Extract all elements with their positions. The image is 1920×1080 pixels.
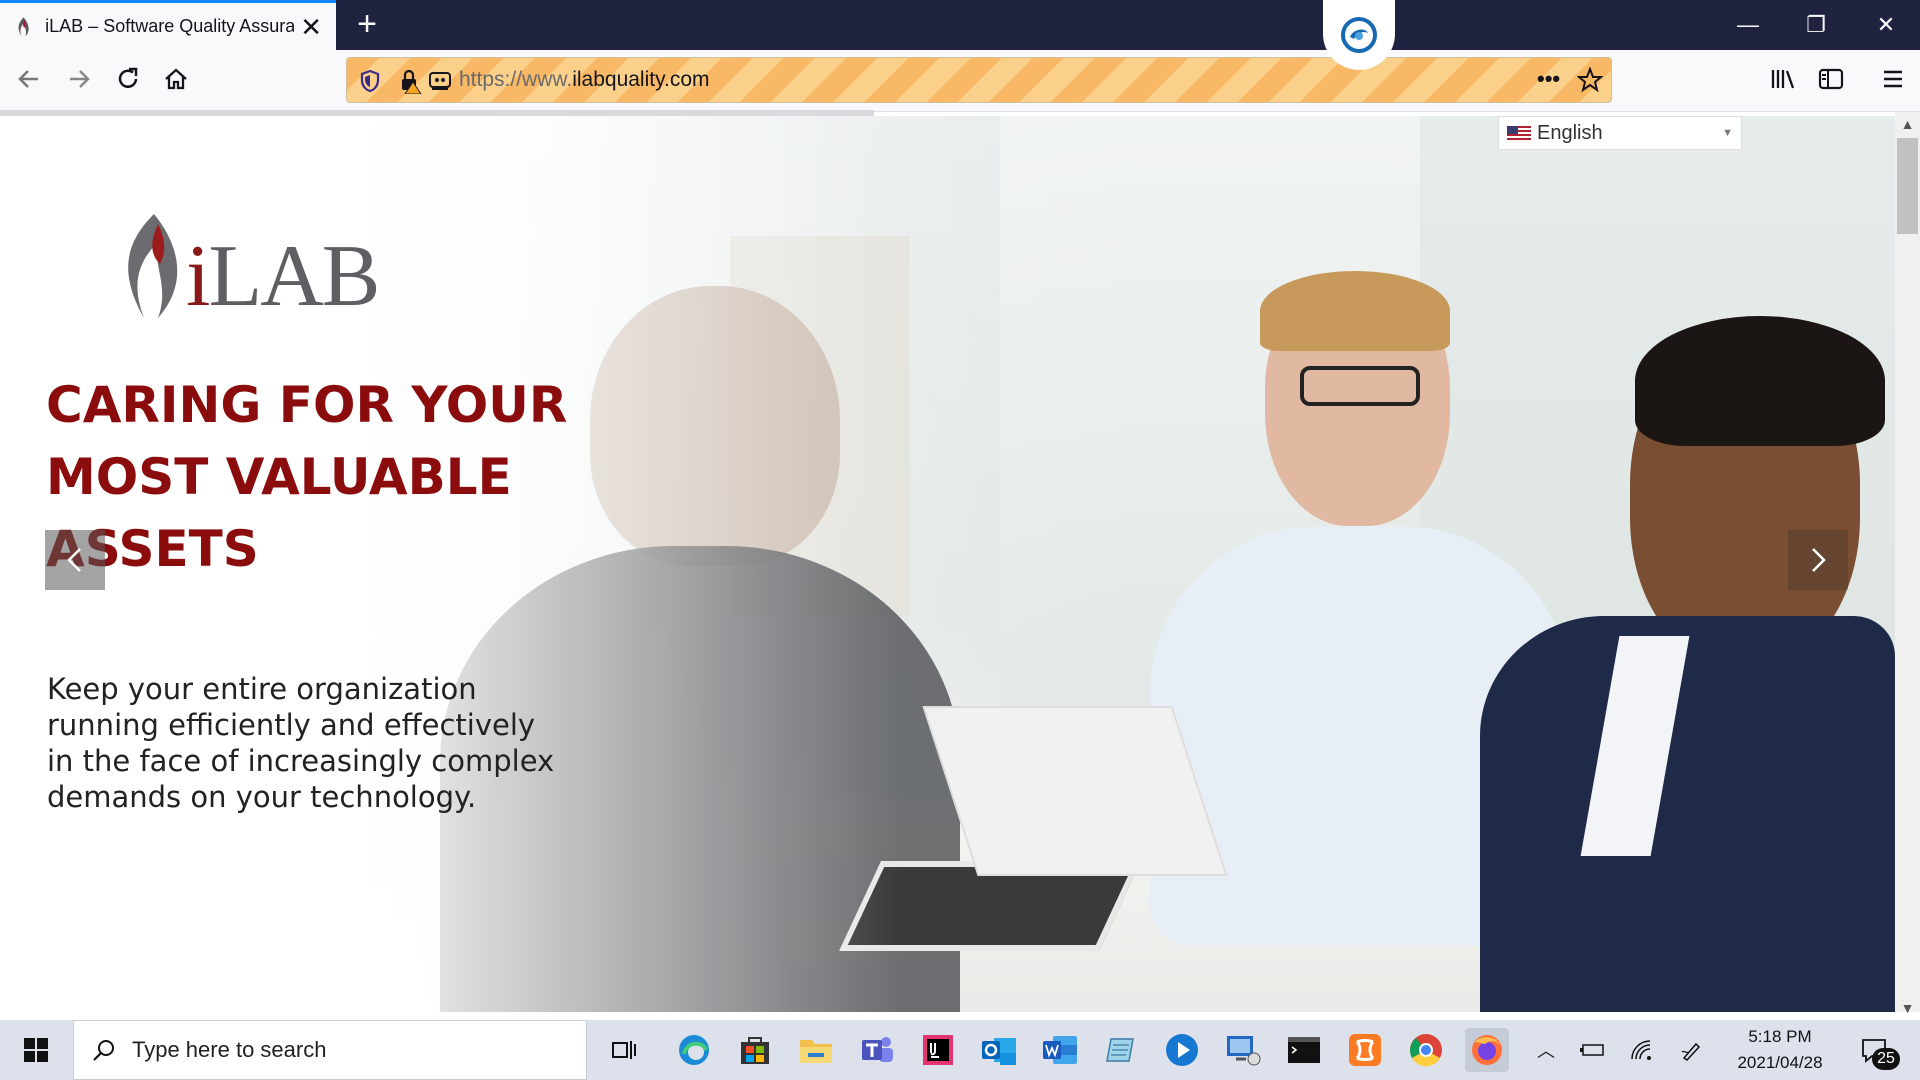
chevron-right-icon — [1812, 548, 1826, 572]
new-tab-button[interactable]: + — [348, 6, 386, 44]
start-button[interactable] — [0, 1020, 72, 1080]
us-flag-icon — [1507, 125, 1531, 141]
home-icon — [165, 68, 187, 90]
windows-logo-icon — [24, 1038, 48, 1062]
hero-headline: CARING FOR YOUR MOST VALUABLE ASSETS — [46, 376, 568, 578]
ilab-logo[interactable]: iLAB — [114, 206, 394, 326]
notification-count-badge: 25 — [1872, 1048, 1900, 1070]
tray-overflow-chevron-up-icon[interactable]: ︿ — [1530, 1034, 1562, 1066]
store-icon[interactable] — [733, 1028, 777, 1072]
sidebar-toggle-button[interactable] — [1812, 60, 1850, 98]
tab-strip: iLAB – Software Quality Assurance ✕ + — … — [0, 0, 1920, 50]
file-explorer-icon[interactable] — [794, 1028, 838, 1072]
terminal-icon[interactable] — [1282, 1028, 1326, 1072]
language-selector[interactable]: English ▼ — [1498, 116, 1742, 150]
person-right-suit — [1480, 616, 1895, 1012]
chevron-left-icon — [67, 548, 81, 572]
close-window-button[interactable]: ✕ — [1852, 0, 1920, 50]
hero-carousel: English ▼ iLAB CARING FOR YOUR MOST VALU… — [0, 116, 1895, 1012]
remote-desktop-icon[interactable] — [1221, 1028, 1265, 1072]
library-button[interactable] — [1764, 60, 1802, 98]
person-right-hair — [1635, 316, 1885, 446]
glasses-icon — [1300, 366, 1420, 406]
bookmark-star-icon[interactable] — [1577, 67, 1603, 93]
remote-control-icon[interactable] — [427, 69, 453, 93]
reload-icon — [118, 67, 138, 88]
chevron-down-icon: ▼ — [1722, 127, 1733, 139]
hamburger-menu-icon — [1884, 70, 1902, 88]
notepad-icon[interactable] — [1099, 1028, 1143, 1072]
back-arrow-icon — [18, 70, 38, 88]
taskbar-search[interactable]: Type here to search — [73, 1020, 587, 1080]
restore-button[interactable]: ❐ — [1782, 0, 1850, 50]
intellij-icon[interactable] — [916, 1028, 960, 1072]
battery-icon[interactable] — [1576, 1034, 1608, 1066]
xampp-icon[interactable] — [1343, 1028, 1387, 1072]
app-menu-button[interactable] — [1874, 60, 1912, 98]
scrollbar-thumb[interactable] — [1897, 138, 1918, 234]
insecure-lock-icon[interactable] — [399, 68, 425, 94]
teams-icon[interactable] — [855, 1028, 899, 1072]
system-clock[interactable]: 5:18 PM 2021/04/28 — [1710, 1024, 1850, 1076]
person-middle-hair — [1260, 271, 1450, 351]
reload-button[interactable] — [109, 60, 147, 98]
clock-date: 2021/04/28 — [1737, 1053, 1823, 1072]
pen-ink-icon[interactable] — [1676, 1034, 1708, 1066]
forward-arrow-icon — [70, 70, 90, 88]
language-label: English — [1537, 121, 1603, 144]
notification-center-button[interactable]: 25 — [1852, 1028, 1900, 1072]
library-icon — [1771, 70, 1795, 89]
edge-icon[interactable] — [672, 1028, 716, 1072]
media-player-icon[interactable] — [1160, 1028, 1204, 1072]
tab-title: iLAB – Software Quality Assurance — [45, 16, 295, 36]
search-icon — [93, 1040, 114, 1061]
hero-subheading: Keep your entire organization running ef… — [47, 672, 555, 814]
url-bar[interactable]: https://www.ilabquality.com ••• — [346, 57, 1612, 103]
forward-button[interactable] — [60, 60, 98, 98]
page-actions-button[interactable]: ••• — [1537, 66, 1560, 92]
chrome-icon[interactable] — [1404, 1028, 1448, 1072]
logo-wordmark: iLAB — [186, 228, 380, 325]
ilab-favicon-icon — [18, 16, 29, 37]
page-scrollbar[interactable] — [1895, 112, 1920, 1012]
back-button[interactable] — [10, 60, 48, 98]
outlook-icon[interactable] — [977, 1028, 1021, 1072]
wifi-icon[interactable] — [1626, 1034, 1658, 1066]
remote-support-extension-icon[interactable] — [1323, 0, 1395, 70]
windows-taskbar: Type here to search ︿ 5:18 PM 2021/04/28… — [0, 1020, 1920, 1080]
tab-close-icon[interactable]: ✕ — [300, 14, 322, 40]
url-text[interactable]: https://www.ilabquality.com — [459, 68, 710, 92]
carousel-prev-button[interactable] — [45, 530, 105, 590]
task-view-icon[interactable] — [602, 1028, 646, 1072]
tab-active[interactable]: iLAB – Software Quality Assurance ✕ — [0, 0, 336, 50]
home-button[interactable] — [157, 60, 195, 98]
clock-time: 5:18 PM — [1748, 1027, 1812, 1046]
tracking-protection-shield-icon[interactable] — [359, 69, 381, 93]
flame-logo-icon — [128, 214, 178, 318]
scroll-up-icon[interactable]: ▲ — [1895, 112, 1920, 136]
firefox-icon[interactable] — [1465, 1028, 1509, 1072]
minimize-button[interactable]: — — [1714, 0, 1782, 50]
scroll-down-icon[interactable]: ▼ — [1895, 996, 1920, 1020]
carousel-next-button[interactable] — [1788, 530, 1848, 590]
search-placeholder: Type here to search — [132, 1037, 327, 1062]
sidebar-icon — [1818, 68, 1844, 90]
word-icon[interactable] — [1038, 1028, 1082, 1072]
